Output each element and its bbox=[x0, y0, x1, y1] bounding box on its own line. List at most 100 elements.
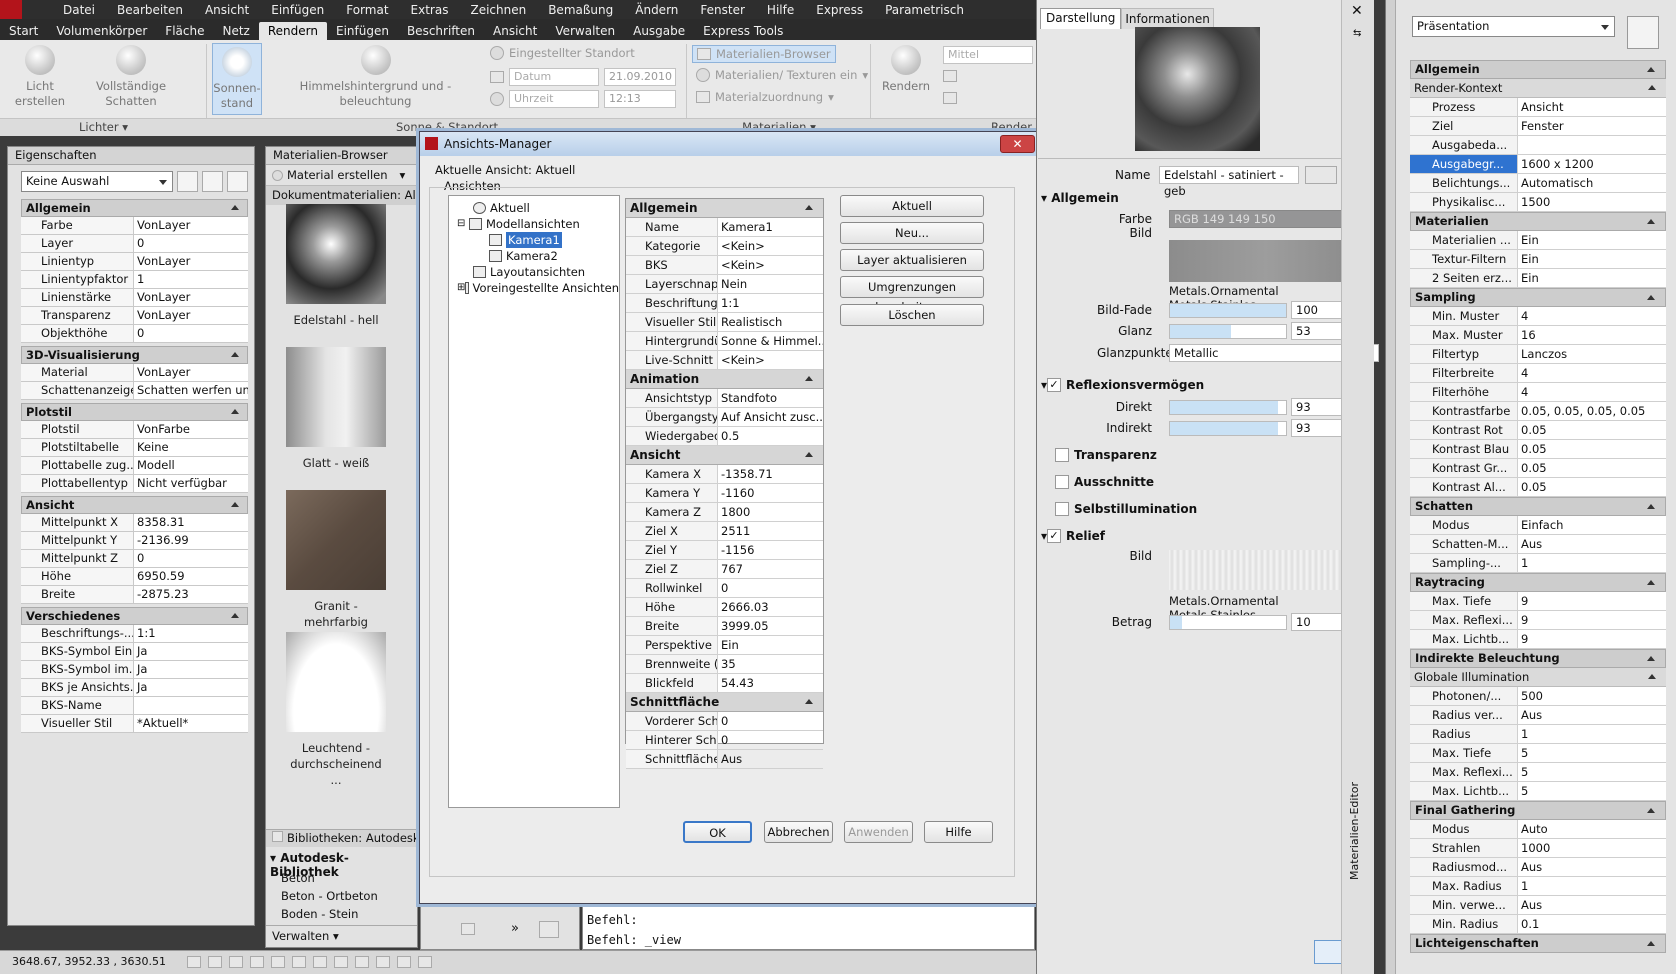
property-row[interactable]: Plottabellentyp Nicht verfügbar bbox=[21, 475, 248, 493]
property-row[interactable]: Mittelpunkt X 8358.31 bbox=[21, 514, 248, 532]
render-section[interactable]: Materialien bbox=[1410, 212, 1666, 231]
property-row[interactable]: Linientypfaktor 1 bbox=[21, 271, 248, 289]
transparenz-checkbox[interactable] bbox=[1055, 448, 1069, 462]
3d-osnap-icon[interactable] bbox=[292, 956, 307, 968]
render-setting-row[interactable]: Min. Muster 4 bbox=[1410, 307, 1666, 326]
render-setting-row[interactable]: Physikalisc... 1500 bbox=[1410, 193, 1666, 212]
view-property-value[interactable]: <Kein> bbox=[718, 351, 823, 369]
view-property-row[interactable]: Kamera Y -1160 bbox=[626, 484, 823, 503]
render-setting-row[interactable]: Filtertyp Lanczos bbox=[1410, 345, 1666, 364]
property-value[interactable]: *Aktuell* bbox=[134, 715, 248, 732]
render-setting-value[interactable]: 4 bbox=[1518, 383, 1666, 401]
materialien-browser-button[interactable]: Materialien-Browser bbox=[692, 45, 836, 63]
render-setting-row[interactable]: Ausgabegr... 1600 x 1200 bbox=[1410, 155, 1666, 174]
menu-bearbeiten[interactable]: Bearbeiten bbox=[106, 3, 194, 17]
view-property-group[interactable]: Allgemein bbox=[626, 199, 823, 218]
render-setting-row[interactable]: Modus Auto bbox=[1410, 820, 1666, 839]
set-current-button[interactable]: Aktuell bbox=[840, 195, 984, 217]
render-setting-value[interactable] bbox=[1518, 136, 1666, 154]
property-value[interactable]: Modell bbox=[134, 457, 248, 474]
render-setting-row[interactable]: Sampling-... 1 bbox=[1410, 554, 1666, 573]
property-value[interactable]: VonLayer bbox=[134, 253, 248, 270]
expand-icon[interactable]: ⊞ bbox=[457, 280, 465, 296]
render-setting-row[interactable]: Max. Tiefe 9 bbox=[1410, 592, 1666, 611]
material-swatch[interactable]: Granit - mehrfarbig bbox=[286, 490, 386, 630]
direkt-slider[interactable] bbox=[1169, 399, 1287, 415]
property-row[interactable]: Plottabelle zug... Modell bbox=[21, 457, 248, 475]
view-property-value[interactable]: 35 bbox=[718, 655, 823, 673]
ortho-icon[interactable] bbox=[229, 956, 244, 968]
property-value[interactable]: 0 bbox=[134, 325, 248, 342]
selection-dropdown[interactable]: Keine Auswahl bbox=[21, 171, 174, 192]
render-window-row[interactable] bbox=[943, 92, 957, 104]
view-property-row[interactable]: Kategorie <Kein> bbox=[626, 237, 823, 256]
view-property-row[interactable]: Ansichtstyp Standfoto bbox=[626, 389, 823, 408]
edit-boundaries-button[interactable]: Umgrenzungen bearbeiten... bbox=[840, 276, 984, 314]
tab-netz[interactable]: Netz bbox=[213, 22, 258, 40]
view-property-group[interactable]: Animation bbox=[626, 370, 823, 389]
view-property-value[interactable]: -1160 bbox=[718, 484, 823, 502]
view-property-row[interactable]: Wiedergabeda...0.5 bbox=[626, 427, 823, 446]
render-section[interactable]: Final Gathering bbox=[1410, 801, 1666, 820]
tab-darstellung[interactable]: Darstellung bbox=[1040, 8, 1122, 29]
view-property-row[interactable]: BKS <Kein> bbox=[626, 256, 823, 275]
tree-item-kamera2[interactable]: Kamera2 bbox=[457, 248, 619, 264]
view-property-value[interactable]: <Kein> bbox=[718, 237, 823, 255]
view-property-row[interactable]: Live-Schnitt <Kein> bbox=[626, 351, 823, 370]
section-selbstillumination[interactable]: Selbstillumination bbox=[1055, 502, 1197, 516]
osnap-icon[interactable] bbox=[271, 956, 286, 968]
tab-express-tools[interactable]: Express Tools bbox=[694, 22, 792, 40]
menu-fenster[interactable]: Fenster bbox=[689, 3, 756, 17]
dyn-icon[interactable] bbox=[355, 956, 370, 968]
view-property-value[interactable]: 0 bbox=[718, 712, 823, 730]
section-allgemein[interactable]: ▾ Allgemein bbox=[1041, 191, 1119, 205]
lineweight-icon[interactable] bbox=[376, 956, 391, 968]
help-button[interactable]: Hilfe bbox=[924, 821, 993, 843]
sonnenstand-button[interactable]: Sonnen-stand bbox=[212, 43, 262, 115]
render-setting-value[interactable]: 500 bbox=[1518, 687, 1666, 705]
menu-ansicht[interactable]: Ansicht bbox=[194, 3, 260, 17]
tab-ausgabe[interactable]: Ausgabe bbox=[624, 22, 694, 40]
material-preview-sphere[interactable] bbox=[1135, 27, 1260, 151]
toggle-pickadd-icon[interactable] bbox=[177, 171, 199, 192]
property-value[interactable]: -2136.99 bbox=[134, 532, 248, 549]
render-setting-row[interactable]: Ausgabeda... bbox=[1410, 136, 1666, 155]
render-preset-dropdown[interactable]: Präsentation bbox=[1412, 16, 1615, 37]
licht-erstellen-button[interactable]: Licht erstellen bbox=[14, 45, 66, 109]
tree-item-modellansichten[interactable]: ⊟ Modellansichten bbox=[457, 216, 619, 232]
close-icon[interactable]: ✕ bbox=[1351, 3, 1363, 19]
autohide-icon[interactable]: ⇆ bbox=[1353, 28, 1361, 39]
new-view-button[interactable]: Neu... bbox=[840, 222, 984, 244]
render-setting-value[interactable]: 16 bbox=[1518, 326, 1666, 344]
view-property-row[interactable]: Visueller Stil Realistisch bbox=[626, 313, 823, 332]
render-setting-row[interactable]: Max. Lichtb... 5 bbox=[1410, 782, 1666, 801]
property-value[interactable] bbox=[134, 697, 248, 714]
select-objects-icon[interactable] bbox=[202, 171, 224, 192]
property-row[interactable]: BKS-Symbol im... Ja bbox=[21, 661, 248, 679]
render-presets-manager-icon[interactable] bbox=[1627, 16, 1659, 49]
property-category[interactable]: Verschiedenes bbox=[21, 607, 248, 625]
material-erstellen-button[interactable]: Material erstellen ▾ bbox=[266, 165, 417, 186]
swatch-size-icon[interactable] bbox=[539, 921, 559, 938]
property-value[interactable]: Ja bbox=[134, 661, 248, 678]
libraries-header[interactable]: Bibliotheken: Autodesk- bbox=[266, 829, 417, 847]
material-swatch[interactable]: Leuchtend - durchscheinend ... bbox=[286, 632, 386, 788]
property-row[interactable]: Material VonLayer bbox=[21, 364, 248, 382]
render-setting-value[interactable]: Automatisch bbox=[1518, 174, 1666, 192]
relief-checkbox[interactable]: ✓ bbox=[1047, 529, 1062, 543]
render-subsection[interactable]: Globale Illumination bbox=[1410, 668, 1666, 687]
view-property-row[interactable]: Brennweite (m...35 bbox=[626, 655, 823, 674]
render-setting-row[interactable]: Modus Einfach bbox=[1410, 516, 1666, 535]
render-setting-row[interactable]: Kontrast Blau 0.05 bbox=[1410, 440, 1666, 459]
property-row[interactable]: Linienstärke VonLayer bbox=[21, 289, 248, 307]
uhrzeit-field[interactable]: 12:13 bbox=[604, 90, 676, 108]
render-setting-row[interactable]: Min. verwe... Aus bbox=[1410, 896, 1666, 915]
view-property-value[interactable]: 3999.05 bbox=[718, 617, 823, 635]
render-setting-row[interactable]: Kontrast Rot 0.05 bbox=[1410, 421, 1666, 440]
view-property-row[interactable]: Blickfeld 54.43 bbox=[626, 674, 823, 693]
verwalten-button[interactable]: Verwalten ▾ bbox=[266, 925, 417, 947]
material-swatch[interactable]: Glatt - weiß bbox=[286, 347, 386, 471]
render-section[interactable]: Schatten bbox=[1410, 497, 1666, 516]
render-setting-value[interactable]: Aus bbox=[1518, 896, 1666, 914]
render-setting-row[interactable]: Max. Radius 1 bbox=[1410, 877, 1666, 896]
